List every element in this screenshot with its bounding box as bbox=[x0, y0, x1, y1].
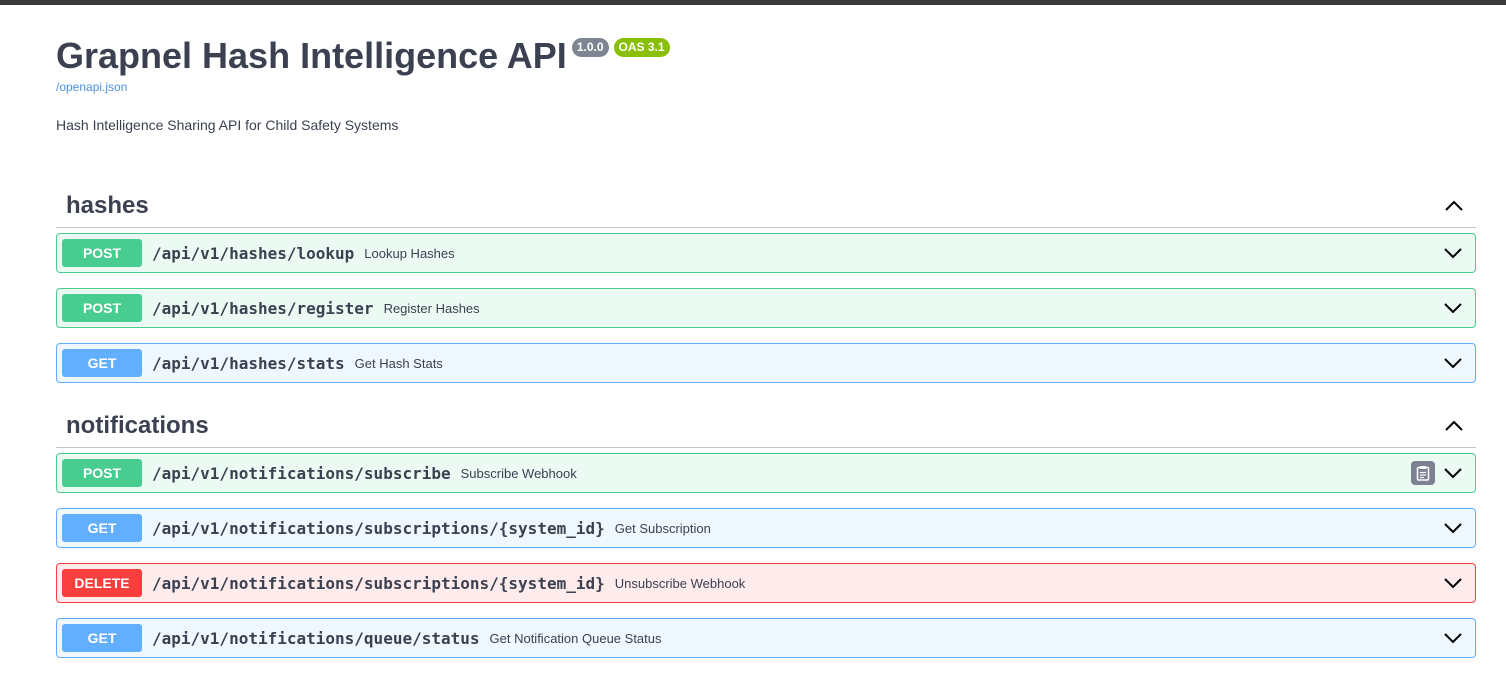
operation-path: /api/v1/hashes/stats bbox=[152, 353, 345, 373]
oas-badge: OAS 3.1 bbox=[613, 38, 670, 57]
operation-get-subscription[interactable]: GET /api/v1/notifications/subscriptions/… bbox=[56, 508, 1476, 548]
operation-hashes-stats[interactable]: GET /api/v1/hashes/stats Get Hash Stats bbox=[56, 343, 1476, 383]
operation-path: /api/v1/hashes/register bbox=[152, 298, 374, 318]
version-badge: 1.0.0 bbox=[571, 38, 609, 57]
operation-summary: Get Notification Queue Status bbox=[489, 630, 662, 646]
operation-path: /api/v1/hashes/lookup bbox=[152, 243, 355, 263]
chevron-down-icon[interactable] bbox=[1441, 241, 1465, 265]
tag-section-notifications: notifications POST /api/v1/notifications… bbox=[56, 404, 1476, 658]
tag-title: notifications bbox=[66, 411, 209, 439]
operation-path: /api/v1/notifications/subscriptions/{sys… bbox=[152, 573, 605, 593]
api-description: Hash Intelligence Sharing API for Child … bbox=[56, 117, 399, 133]
method-badge: GET bbox=[62, 349, 142, 377]
chevron-down-icon[interactable] bbox=[1441, 516, 1465, 540]
operation-path: /api/v1/notifications/queue/status bbox=[152, 628, 480, 648]
operation-notifications-subscribe[interactable]: POST /api/v1/notifications/subscribe Sub… bbox=[56, 453, 1476, 493]
chevron-down-icon[interactable] bbox=[1441, 351, 1465, 375]
chevron-down-icon[interactable] bbox=[1441, 296, 1465, 320]
operation-path: /api/v1/notifications/subscriptions/{sys… bbox=[152, 518, 605, 538]
top-bar bbox=[0, 0, 1506, 5]
operation-summary: Get Subscription bbox=[614, 520, 711, 536]
operation-path: /api/v1/notifications/subscribe bbox=[152, 463, 451, 483]
operation-queue-status[interactable]: GET /api/v1/notifications/queue/status G… bbox=[56, 618, 1476, 658]
chevron-down-icon[interactable] bbox=[1441, 461, 1465, 485]
api-info: Grapnel Hash Intelligence API 1.0.0 OAS … bbox=[56, 30, 1476, 134]
chevron-down-icon[interactable] bbox=[1441, 626, 1465, 650]
page-title: Grapnel Hash Intelligence API bbox=[56, 35, 567, 76]
operation-hashes-lookup[interactable]: POST /api/v1/hashes/lookup Lookup Hashes bbox=[56, 233, 1476, 273]
clipboard-icon[interactable] bbox=[1411, 461, 1435, 485]
operation-summary: Get Hash Stats bbox=[354, 355, 443, 371]
method-badge: POST bbox=[62, 294, 142, 322]
operation-summary: Unsubscribe Webhook bbox=[614, 575, 746, 591]
tag-section-hashes: hashes POST /api/v1/hashes/lookup Lookup… bbox=[56, 184, 1476, 383]
chevron-up-icon[interactable] bbox=[1442, 414, 1466, 438]
chevron-up-icon[interactable] bbox=[1442, 194, 1466, 218]
operation-summary: Subscribe Webhook bbox=[460, 465, 577, 481]
operation-hashes-register[interactable]: POST /api/v1/hashes/register Register Ha… bbox=[56, 288, 1476, 328]
chevron-down-icon[interactable] bbox=[1441, 571, 1465, 595]
tag-header-hashes[interactable]: hashes bbox=[56, 184, 1476, 228]
operation-delete-subscription[interactable]: DELETE /api/v1/notifications/subscriptio… bbox=[56, 563, 1476, 603]
tag-header-notifications[interactable]: notifications bbox=[56, 404, 1476, 448]
openapi-json-link[interactable]: /openapi.json bbox=[56, 80, 1476, 94]
method-badge: DELETE bbox=[62, 569, 142, 597]
method-badge: GET bbox=[62, 624, 142, 652]
method-badge: GET bbox=[62, 514, 142, 542]
operation-summary: Register Hashes bbox=[383, 300, 480, 316]
method-badge: POST bbox=[62, 459, 142, 487]
tag-title: hashes bbox=[66, 191, 149, 219]
method-badge: POST bbox=[62, 239, 142, 267]
operation-summary: Lookup Hashes bbox=[364, 245, 455, 261]
